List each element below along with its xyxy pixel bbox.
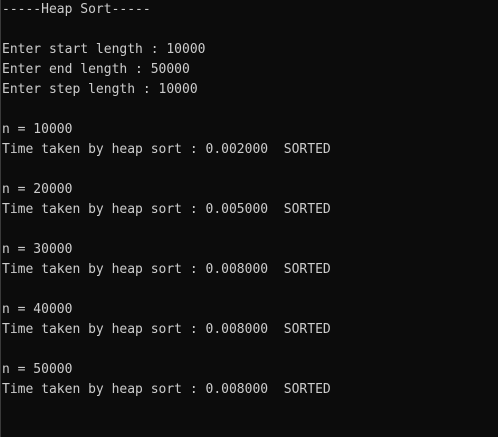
- result-time-line: Time taken by heap sort : 0.005000 SORTE…: [2, 202, 331, 217]
- prompt-end-length: Enter end length : 50000: [2, 62, 190, 77]
- result-time-line: Time taken by heap sort : 0.008000 SORTE…: [2, 382, 331, 397]
- result-n-line: n = 20000: [2, 182, 73, 197]
- result-time-line: Time taken by heap sort : 0.002000 SORTE…: [2, 142, 331, 157]
- prompt-step-length: Enter step length : 10000: [2, 82, 198, 97]
- result-n-line: n = 50000: [2, 362, 73, 377]
- result-n-line: n = 30000: [2, 242, 73, 257]
- prompt-start-length: Enter start length : 10000: [2, 42, 206, 57]
- result-time-line: Time taken by heap sort : 0.008000 SORTE…: [2, 262, 331, 277]
- result-time-line: Time taken by heap sort : 0.008000 SORTE…: [2, 322, 331, 337]
- console-header: -----Heap Sort-----: [2, 2, 151, 17]
- result-n-line: n = 40000: [2, 302, 73, 317]
- result-n-line: n = 10000: [2, 122, 73, 137]
- console-window[interactable]: -----Heap Sort----- Enter start length :…: [0, 0, 498, 437]
- window-left-border: [0, 0, 1, 437]
